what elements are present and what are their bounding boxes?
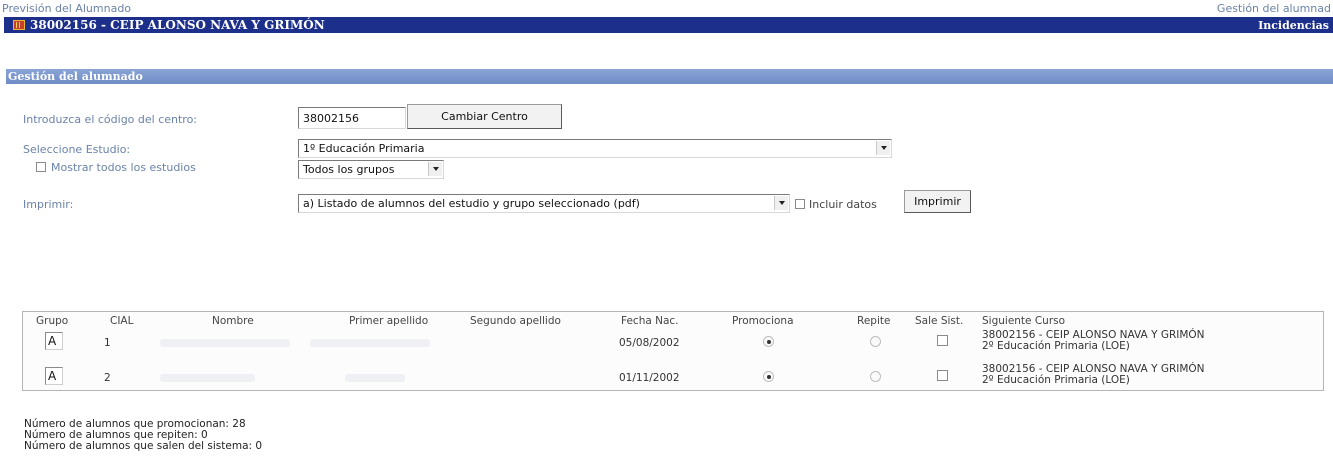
header-nombre: Nombre (212, 315, 254, 327)
gestion-link[interactable]: Gestión del alumnad (1217, 2, 1331, 15)
header-siguiente-curso: Siguiente Curso (982, 315, 1066, 327)
center-code-input[interactable]: 38002156 (298, 107, 406, 129)
chevron-down-icon[interactable] (876, 141, 890, 155)
promociona-radio[interactable] (763, 336, 774, 347)
header-promociona: Promociona (732, 315, 794, 327)
redacted-name (160, 339, 290, 347)
include-data-label: Incluir datos (809, 198, 877, 211)
redacted-surname (345, 374, 405, 382)
show-all-label: Mostrar todos los estudios (51, 161, 196, 174)
header-segundo-apellido: Segundo apellido (470, 315, 561, 327)
section-header: Gestión del alumnado (6, 69, 1333, 84)
group-select-value: Todos los grupos (303, 163, 395, 176)
print-select-value: a) Listado de alumnos del estudio y grup… (303, 197, 640, 210)
siguiente-curso-line2: 2º Educación Primaria (LOE) (982, 374, 1130, 386)
center-code-label: Introduzca el código del centro: (23, 113, 198, 126)
chevron-down-icon[interactable] (428, 162, 442, 176)
header-primer-apellido: Primer apellido (349, 315, 429, 327)
header-cial: CIAL (110, 315, 134, 327)
print-label: Imprimir: (23, 198, 74, 211)
header-sale-sist: Sale Sist. (915, 315, 964, 327)
include-data-checkbox[interactable] (795, 199, 805, 209)
section-title: Gestión del alumnado (8, 70, 143, 83)
incidencias-link[interactable]: Incidencias (1258, 19, 1329, 32)
prevision-link[interactable]: Previsión del Alumnado (2, 2, 131, 15)
header-grupo: Grupo (36, 315, 69, 327)
summary-salen: Número de alumnos que salen del sistema:… (24, 440, 263, 452)
center-code-value: 38002156 (303, 112, 359, 125)
center-title: 38002156 - CEIP ALONSO NAVA Y GRIMÓN (30, 18, 325, 32)
repite-radio[interactable] (870, 336, 881, 347)
fecha-value: 05/08/2002 (619, 337, 680, 349)
print-button[interactable]: Imprimir (904, 190, 971, 213)
chevron-down-icon[interactable] (774, 196, 788, 210)
promociona-radio[interactable] (763, 371, 774, 382)
study-label: Seleccione Estudio: (23, 143, 131, 156)
change-center-button[interactable]: Cambiar Centro (407, 104, 562, 129)
show-all-checkbox[interactable] (36, 162, 46, 172)
study-select[interactable]: 1º Educación Primaria (298, 139, 892, 158)
redacted-name (160, 374, 255, 382)
fecha-value: 01/11/2002 (619, 372, 680, 384)
group-select[interactable]: Todos los grupos (298, 160, 444, 179)
top-bar: Previsión del Alumnado Gestión del alumn… (0, 0, 1333, 18)
cial-value: 1 (104, 337, 111, 349)
study-select-value: 1º Educación Primaria (303, 142, 425, 155)
title-bar: 38002156 - CEIP ALONSO NAVA Y GRIMÓN Inc… (4, 17, 1333, 33)
sale-checkbox[interactable] (937, 370, 948, 381)
grupo-input[interactable]: A (45, 367, 63, 385)
siguiente-curso-line2: 2º Educación Primaria (LOE) (982, 340, 1130, 352)
school-icon (13, 20, 25, 30)
header-fecha-nac: Fecha Nac. (621, 315, 679, 327)
print-select[interactable]: a) Listado de alumnos del estudio y grup… (298, 194, 790, 213)
header-repite: Repite (857, 315, 891, 327)
redacted-surname (310, 339, 430, 347)
repite-radio[interactable] (870, 371, 881, 382)
sale-checkbox[interactable] (937, 335, 948, 346)
cial-value: 2 (104, 372, 111, 384)
grupo-input[interactable]: A (45, 332, 63, 350)
